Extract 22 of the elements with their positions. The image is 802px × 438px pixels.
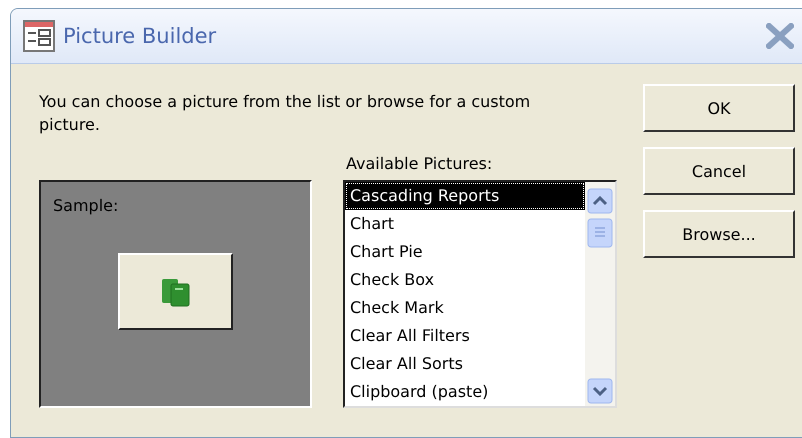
list-item[interactable]: Clipboard (paste) bbox=[345, 378, 585, 406]
scroll-thumb[interactable] bbox=[587, 218, 613, 248]
instruction-text: You can choose a picture from the list or browse for a custom picture. bbox=[39, 91, 532, 136]
dialog-button[interactable]: OK bbox=[643, 84, 795, 132]
dialog-button[interactable]: Browse... bbox=[643, 210, 795, 258]
pictures-list[interactable]: Cascading Reports Chart Chart Pie Check Box Check Mark Clear All Filters Clear All Sorts Clipboard (paste) bbox=[343, 180, 617, 408]
window-title: Picture Builder bbox=[63, 24, 218, 48]
dialog-button[interactable]: Cancel bbox=[643, 147, 795, 195]
scroll-down-button[interactable] bbox=[587, 378, 613, 404]
list-item[interactable]: Chart bbox=[345, 210, 585, 238]
list-item[interactable]: Check Box bbox=[345, 266, 585, 294]
list-item[interactable]: Check Mark bbox=[345, 294, 585, 322]
list-label: Available Pictures: bbox=[346, 154, 494, 175]
sample-label: Sample: bbox=[53, 196, 118, 215]
list-item[interactable]: Clear All Filters bbox=[345, 322, 585, 350]
scroll-up-button[interactable] bbox=[587, 188, 613, 214]
scrollbar[interactable] bbox=[585, 182, 615, 406]
list-item[interactable]: Clear All Sorts bbox=[345, 350, 585, 378]
close-icon[interactable] bbox=[766, 23, 794, 49]
list-item[interactable]: Chart Pie bbox=[345, 238, 585, 266]
form-icon bbox=[23, 20, 55, 52]
list-item[interactable]: Cascading Reports bbox=[345, 182, 585, 210]
